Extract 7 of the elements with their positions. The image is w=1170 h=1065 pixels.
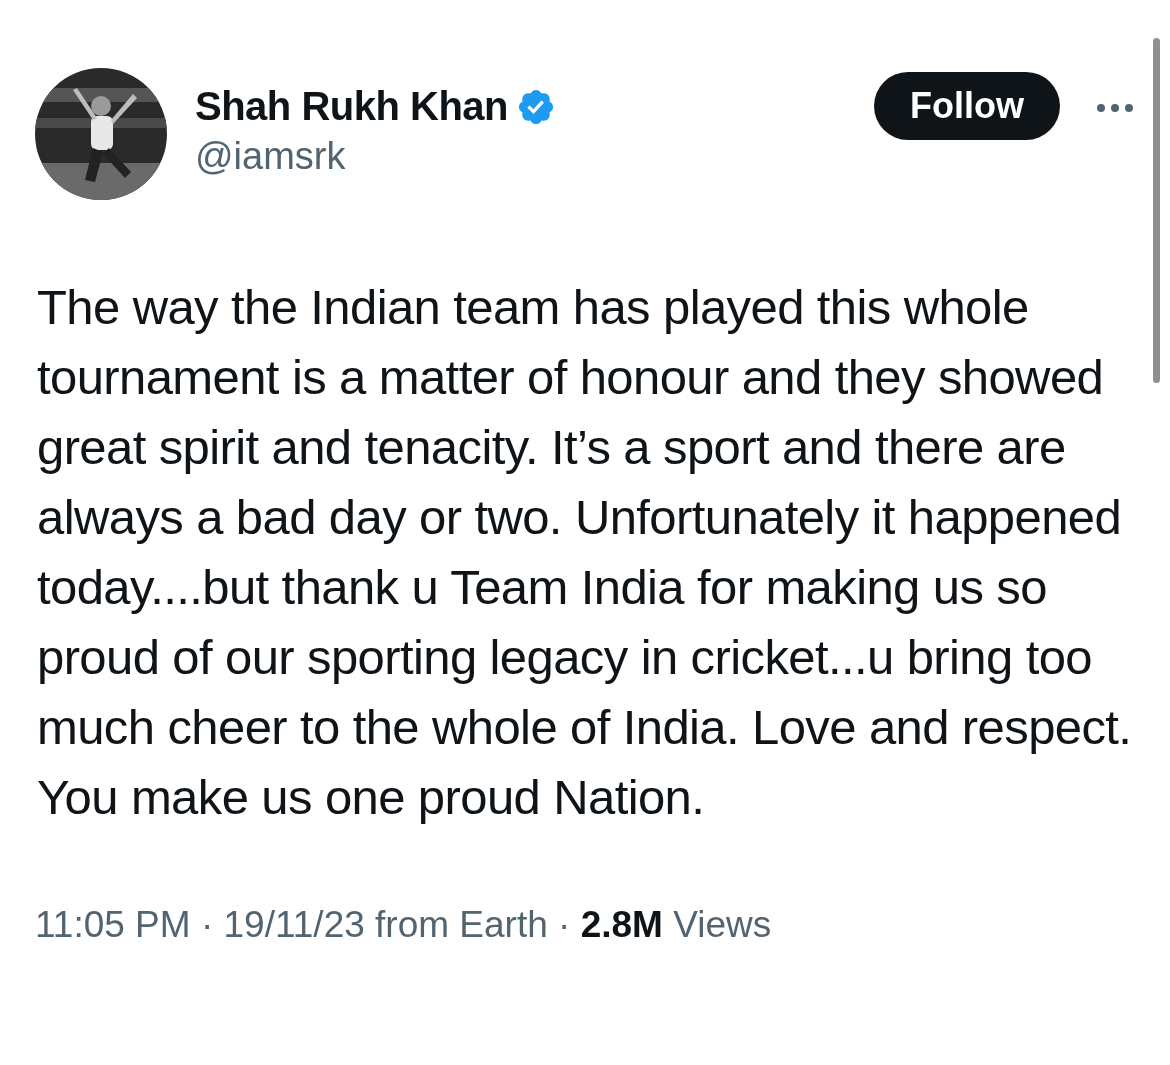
tweet-meta: 11:05 PM · 19/11/23 from Earth · 2.8M Views	[35, 904, 773, 946]
tweet-text: The way the Indian team has played this whole tournament is a matter of honour and they showed great spirit and tenacity. It’s a sport and there are always a bad day or two. Unfortunately it happened today....but thank u Team India for making us so proud of our sporting legacy in cricket...u bring too much cheer to the whole of India. Love and respect. You make us one proud Nation.	[37, 279, 1133, 826]
author-handle[interactable]: @iamsrk	[195, 135, 874, 178]
more-options-icon[interactable]	[1095, 102, 1135, 114]
author-name[interactable]: Shah Rukh Khan	[195, 84, 509, 129]
follow-button[interactable]: Follow	[874, 72, 1060, 140]
scrollbar[interactable]	[1153, 38, 1160, 383]
